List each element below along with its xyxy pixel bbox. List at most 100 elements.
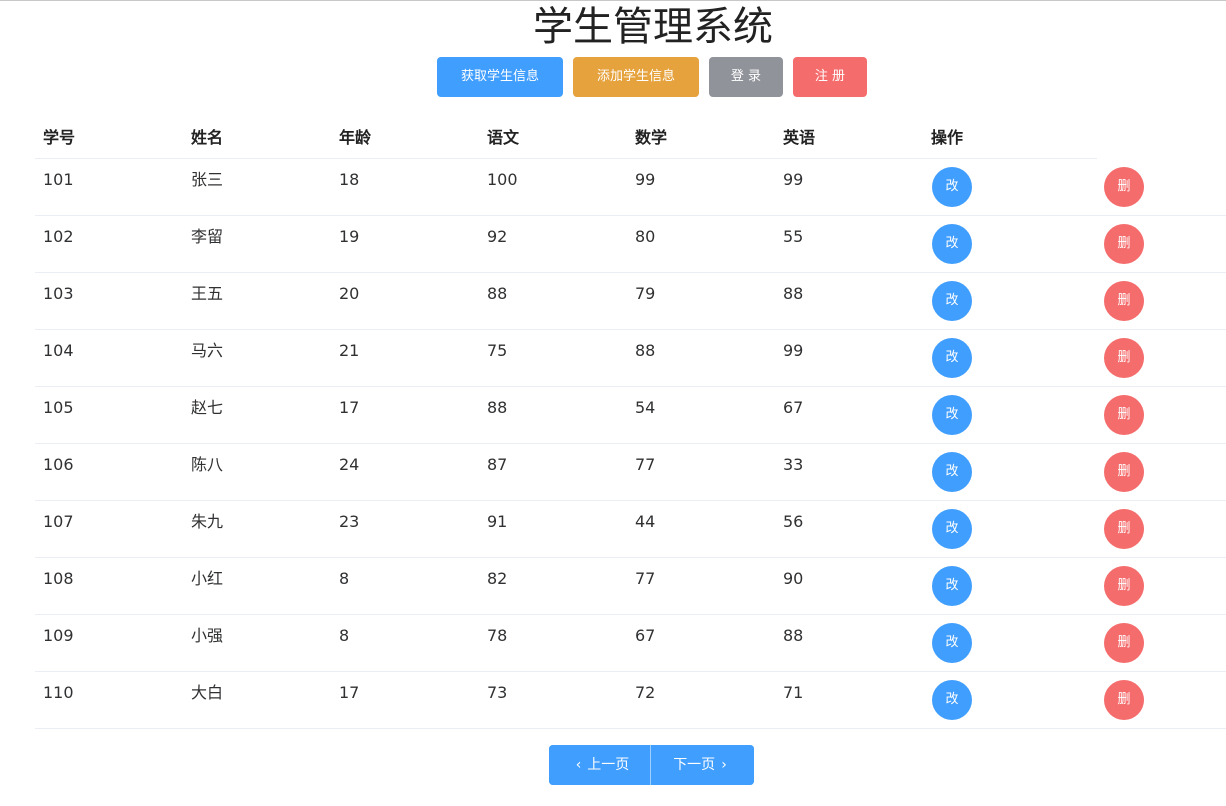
cell-english: 33 [783, 455, 804, 474]
cell-chinese: 100 [487, 170, 518, 189]
cell-name: 李留 [191, 227, 224, 246]
cell-chinese: 87 [487, 455, 508, 474]
header-chinese: 语文 [487, 128, 520, 147]
cell-math: 88 [635, 341, 656, 360]
edit-button[interactable]: 改 [932, 338, 972, 378]
cell-math: 80 [635, 227, 656, 246]
cell-id: 105 [43, 398, 74, 417]
header-age: 年龄 [339, 128, 372, 147]
edit-button[interactable]: 改 [932, 680, 972, 720]
cell-name: 小红 [191, 569, 224, 588]
cell-math: 77 [635, 569, 656, 588]
table-row: 107 朱九 23 91 44 56 改 删 [35, 501, 1226, 558]
cell-chinese: 78 [487, 626, 508, 645]
chevron-right-icon: › [721, 757, 727, 773]
chevron-left-icon: ‹ [575, 757, 582, 773]
header-name: 姓名 [191, 128, 224, 147]
edit-button[interactable]: 改 [932, 509, 972, 549]
cell-id: 108 [43, 569, 74, 588]
next-page-button[interactable]: 下一页 › [652, 745, 754, 785]
cell-math: 44 [635, 512, 656, 531]
cell-name: 马六 [191, 341, 224, 360]
cell-name: 王五 [191, 284, 224, 303]
cell-math: 99 [635, 170, 656, 189]
table-row: 101 张三 18 100 99 99 改 删 [35, 159, 1226, 216]
delete-button[interactable]: 删 [1104, 338, 1144, 378]
cell-chinese: 92 [487, 227, 508, 246]
table-header: 学号 姓名 年龄 语文 数学 英语 操作 [35, 117, 1097, 159]
edit-button[interactable]: 改 [932, 395, 972, 435]
cell-english: 99 [783, 170, 804, 189]
edit-button[interactable]: 改 [932, 452, 972, 492]
add-student-button[interactable]: 添加学生信息 [573, 57, 699, 97]
cell-name: 大白 [191, 683, 224, 702]
cell-age: 20 [339, 284, 360, 303]
delete-button[interactable]: 删 [1104, 566, 1144, 606]
cell-age: 8 [339, 626, 350, 645]
cell-chinese: 88 [487, 284, 508, 303]
toolbar: 获取学生信息 添加学生信息 登 录 注 册 [0, 57, 1226, 97]
delete-button[interactable]: 删 [1104, 224, 1144, 264]
cell-age: 18 [339, 170, 360, 189]
table-row: 104 马六 21 75 88 99 改 删 [35, 330, 1226, 387]
delete-button[interactable]: 删 [1104, 680, 1144, 720]
cell-english: 71 [783, 683, 804, 702]
login-button[interactable]: 登 录 [709, 57, 783, 97]
delete-button[interactable]: 删 [1104, 452, 1144, 492]
cell-name: 张三 [191, 170, 224, 189]
table-row: 105 赵七 17 88 54 67 改 删 [35, 387, 1226, 444]
cell-id: 109 [43, 626, 74, 645]
cell-math: 54 [635, 398, 656, 417]
delete-button[interactable]: 删 [1104, 509, 1144, 549]
edit-button[interactable]: 改 [932, 566, 972, 606]
cell-id: 110 [43, 683, 74, 702]
cell-english: 99 [783, 341, 804, 360]
edit-button[interactable]: 改 [932, 281, 972, 321]
cell-age: 17 [339, 683, 360, 702]
cell-age: 21 [339, 341, 360, 360]
cell-math: 77 [635, 455, 656, 474]
cell-name: 朱九 [191, 512, 224, 531]
cell-chinese: 88 [487, 398, 508, 417]
cell-chinese: 91 [487, 512, 508, 531]
table-row: 109 小强 8 78 67 88 改 删 [35, 615, 1226, 672]
student-table: 学号 姓名 年龄 语文 数学 英语 操作 101 张三 18 100 99 99 改删 102… [35, 117, 1226, 729]
cell-age: 19 [339, 227, 360, 246]
cell-name: 小强 [191, 626, 224, 645]
cell-age: 23 [339, 512, 360, 531]
register-button[interactable]: 注 册 [793, 57, 867, 97]
cell-english: 67 [783, 398, 804, 417]
page-title: 学生管理系统 [533, 4, 773, 50]
cell-english: 55 [783, 227, 804, 246]
delete-button[interactable]: 删 [1104, 281, 1144, 321]
get-students-button[interactable]: 获取学生信息 [437, 57, 563, 97]
table-row: 103 王五 20 88 79 88 改 删 [35, 273, 1226, 330]
cell-age: 24 [339, 455, 360, 474]
cell-chinese: 75 [487, 341, 508, 360]
cell-id: 104 [43, 341, 74, 360]
cell-math: 79 [635, 284, 656, 303]
cell-math: 72 [635, 683, 656, 702]
header-id: 学号 [43, 128, 76, 147]
cell-id: 101 [43, 170, 74, 189]
table-row: 108 小红 8 82 77 90 改 删 [35, 558, 1226, 615]
next-page-label: 下一页 [673, 757, 716, 773]
table-row: 106 陈八 24 87 77 33 改 删 [35, 444, 1226, 501]
edit-button[interactable]: 改 [932, 224, 972, 264]
cell-english: 88 [783, 626, 804, 645]
cell-english: 90 [783, 569, 804, 588]
cell-chinese: 82 [487, 569, 508, 588]
pagination: ‹ 上一页 下一页 › [549, 745, 754, 785]
prev-page-button[interactable]: ‹ 上一页 [549, 745, 651, 785]
table-body: 101 张三 18 100 99 99 改删 102 李留 19 92 80 55 改删 103 王五 20 88… [35, 159, 1226, 729]
table-row: 110 大白 17 73 72 71 改 删 [35, 672, 1226, 729]
delete-button[interactable]: 删 [1104, 167, 1144, 207]
cell-chinese: 73 [487, 683, 508, 702]
delete-button[interactable]: 删 [1104, 623, 1144, 663]
delete-button[interactable]: 删 [1104, 395, 1144, 435]
edit-button[interactable]: 改 [932, 167, 972, 207]
cell-id: 106 [43, 455, 74, 474]
header-english: 英语 [783, 128, 816, 147]
cell-name: 陈八 [191, 455, 224, 474]
edit-button[interactable]: 改 [932, 623, 972, 663]
